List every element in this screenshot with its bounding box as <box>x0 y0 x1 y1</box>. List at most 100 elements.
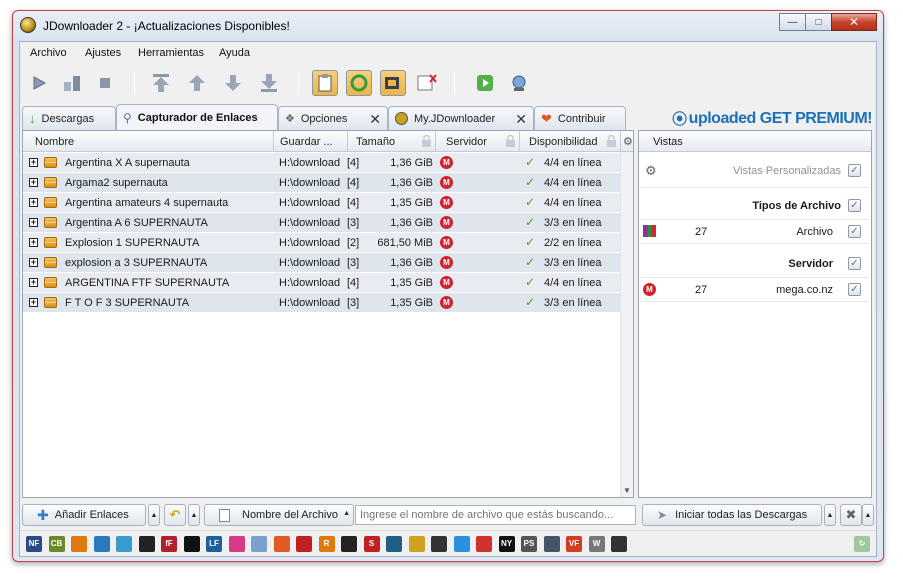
host-plugin-icon[interactable] <box>116 536 132 552</box>
host-plugin-icon[interactable] <box>296 536 312 552</box>
start-all-downloads-label: Iniciar todas las Descargas <box>675 509 808 521</box>
vertical-scrollbar[interactable]: ▼ <box>620 152 633 497</box>
expand-icon[interactable]: + <box>29 258 38 267</box>
tab-myjdownloader[interactable]: My.JDownloader ✕ <box>388 106 534 130</box>
move-up-icon[interactable] <box>184 70 210 96</box>
custom-views-checkbox[interactable]: ✓ <box>848 164 861 177</box>
tab-myjdownloader-label: My.JDownloader <box>414 112 496 125</box>
table-row[interactable]: + Argentina amateurs 4 supernauta H:\downl… <box>23 193 621 213</box>
add-links-menu-button[interactable]: ▲ <box>148 504 160 526</box>
host-plugin-icon[interactable]: CB <box>48 536 65 552</box>
move-to-top-icon[interactable] <box>148 70 174 96</box>
server-title-checkbox[interactable]: ✓ <box>848 257 861 270</box>
stop-downloads-icon[interactable] <box>92 70 118 96</box>
column-nombre[interactable]: Nombre <box>23 131 274 152</box>
wrench-settings-button[interactable]: ✖ <box>840 504 862 526</box>
menu-ajustes[interactable]: Ajustes <box>85 47 121 59</box>
move-to-bottom-icon[interactable] <box>256 70 282 96</box>
host-plugin-icon[interactable] <box>386 536 402 552</box>
expand-icon[interactable]: + <box>29 298 38 307</box>
column-servidor[interactable]: Servidor <box>436 131 520 152</box>
table-row[interactable]: + Argama2 supernauta H:\download [4] 1,36 Gi… <box>23 173 621 193</box>
tab-contribuir[interactable]: ❤ Contribuir <box>534 106 626 130</box>
host-plugin-icon[interactable] <box>543 536 560 552</box>
menu-ayuda[interactable]: Ayuda <box>219 47 250 59</box>
host-plugin-icon[interactable]: LF <box>206 536 222 552</box>
menu-archivo[interactable]: Archivo <box>30 47 67 59</box>
host-plugin-icon[interactable] <box>183 536 200 552</box>
minimize-button[interactable]: — <box>779 13 806 31</box>
host-plugin-icon[interactable]: NY <box>498 536 515 552</box>
file-type-checkbox[interactable]: ✓ <box>848 225 861 238</box>
table-row[interactable]: + Argentina X A supernauta H:\download [4] 1… <box>23 153 621 173</box>
host-plugin-icon[interactable]: VF <box>566 536 582 552</box>
table-row[interactable]: + Argentina A 6 SUPERNAUTA H:\download [3] 1… <box>23 213 621 233</box>
table-row[interactable]: + F T O F 3 SUPERNAUTA H:\download [3] 1,35 … <box>23 293 621 313</box>
host-plugin-icon[interactable]: NF <box>26 536 42 552</box>
tab-descargas[interactable]: ↓ Descargas <box>22 106 116 130</box>
scroll-down-icon[interactable]: ▼ <box>623 486 631 495</box>
expand-icon[interactable]: + <box>29 218 38 227</box>
host-plugin-icon[interactable] <box>453 536 470 552</box>
host-plugin-icon[interactable] <box>341 536 357 552</box>
column-tamano[interactable]: Tamaño <box>348 131 436 152</box>
premium-banner[interactable]: ⦿ uploaded GET PREMIUM! <box>672 108 872 129</box>
host-plugin-icon[interactable]: PS <box>521 536 537 552</box>
update-icon[interactable] <box>472 70 498 96</box>
premium-toggle-icon[interactable] <box>380 70 406 96</box>
host-plugin-icon[interactable] <box>71 536 87 552</box>
table-row[interactable]: + explosion a 3 SUPERNAUTA H:\download [3] 1… <box>23 253 621 273</box>
host-plugin-icon[interactable]: S <box>363 536 380 552</box>
add-links-button[interactable]: ✚ Añadir Enlaces <box>22 504 146 526</box>
start-downloads-icon[interactable] <box>26 70 52 96</box>
tab-opciones[interactable]: ❖ Opciones ✕ <box>278 106 388 130</box>
reconnect-icon[interactable] <box>506 70 532 96</box>
host-plugin-icon[interactable]: R <box>318 536 335 552</box>
download-arrow-icon: ↓ <box>29 111 36 126</box>
host-plugin-icon[interactable]: W <box>588 536 605 552</box>
close-button[interactable]: ✕ <box>831 13 877 31</box>
menu-herramientas[interactable]: Herramientas <box>138 47 204 59</box>
search-field-selector[interactable]: Nombre del Archivo ▲ <box>204 504 354 526</box>
host-plugin-icon[interactable] <box>431 536 447 552</box>
column-disponibilidad[interactable]: Disponibilidad <box>520 131 621 152</box>
host-plugin-icon[interactable] <box>228 536 245 552</box>
clipboard-observer-icon[interactable] <box>312 70 338 96</box>
move-down-icon[interactable] <box>220 70 246 96</box>
column-guardar[interactable]: Guardar ... <box>274 131 348 152</box>
host-plugin-icon[interactable] <box>273 536 290 552</box>
table-row[interactable]: + ARGENTINA FTF SUPERNAUTA H:\download [4] 1… <box>23 273 621 293</box>
pause-downloads-icon[interactable] <box>60 70 86 96</box>
silent-mode-icon[interactable] <box>414 70 440 96</box>
auto-reconnect-icon[interactable] <box>346 70 372 96</box>
start-all-menu-button[interactable]: ▲ <box>824 504 836 526</box>
search-input[interactable] <box>355 505 636 525</box>
host-plugin-icon[interactable] <box>138 536 155 552</box>
column-settings-icon[interactable]: ⚙ <box>621 131 635 152</box>
expand-icon[interactable]: + <box>29 198 38 207</box>
host-plugin-icon[interactable] <box>611 536 627 552</box>
start-all-downloads-button[interactable]: ➤ Iniciar todas las Descargas <box>642 504 822 526</box>
host-plugin-icon[interactable] <box>93 536 110 552</box>
close-tab-icon[interactable]: ✕ <box>515 111 527 128</box>
server-checkbox[interactable]: ✓ <box>848 283 861 296</box>
undo-button[interactable]: ↶ <box>164 504 186 526</box>
link-count: [3] <box>347 257 360 269</box>
host-plugin-icon[interactable] <box>408 536 425 552</box>
undo-menu-button[interactable]: ▲ <box>188 504 200 526</box>
expand-icon[interactable]: + <box>29 238 38 247</box>
settings-menu-button[interactable]: ▲ <box>862 504 874 526</box>
expand-icon[interactable]: + <box>29 178 38 187</box>
host-plugin-icon[interactable] <box>251 536 267 552</box>
tab-capturador-de-enlaces[interactable]: ⚲ Capturador de Enlaces <box>116 104 278 130</box>
file-types-checkbox[interactable]: ✓ <box>848 199 861 212</box>
maximize-button[interactable]: □ <box>805 13 832 31</box>
expand-icon[interactable]: + <box>29 278 38 287</box>
host-plugin-icon[interactable] <box>476 536 492 552</box>
table-row[interactable]: + Explosion 1 SUPERNAUTA H:\download [2] 681… <box>23 233 621 253</box>
title-bar[interactable]: JDownloader 2 - ¡Actualizaciones Disponi… <box>13 11 883 41</box>
close-tab-icon[interactable]: ✕ <box>369 111 381 128</box>
host-plugin-icon[interactable]: fF <box>161 536 177 552</box>
expand-icon[interactable]: + <box>29 158 38 167</box>
refresh-icon[interactable]: ↻ <box>854 536 870 552</box>
